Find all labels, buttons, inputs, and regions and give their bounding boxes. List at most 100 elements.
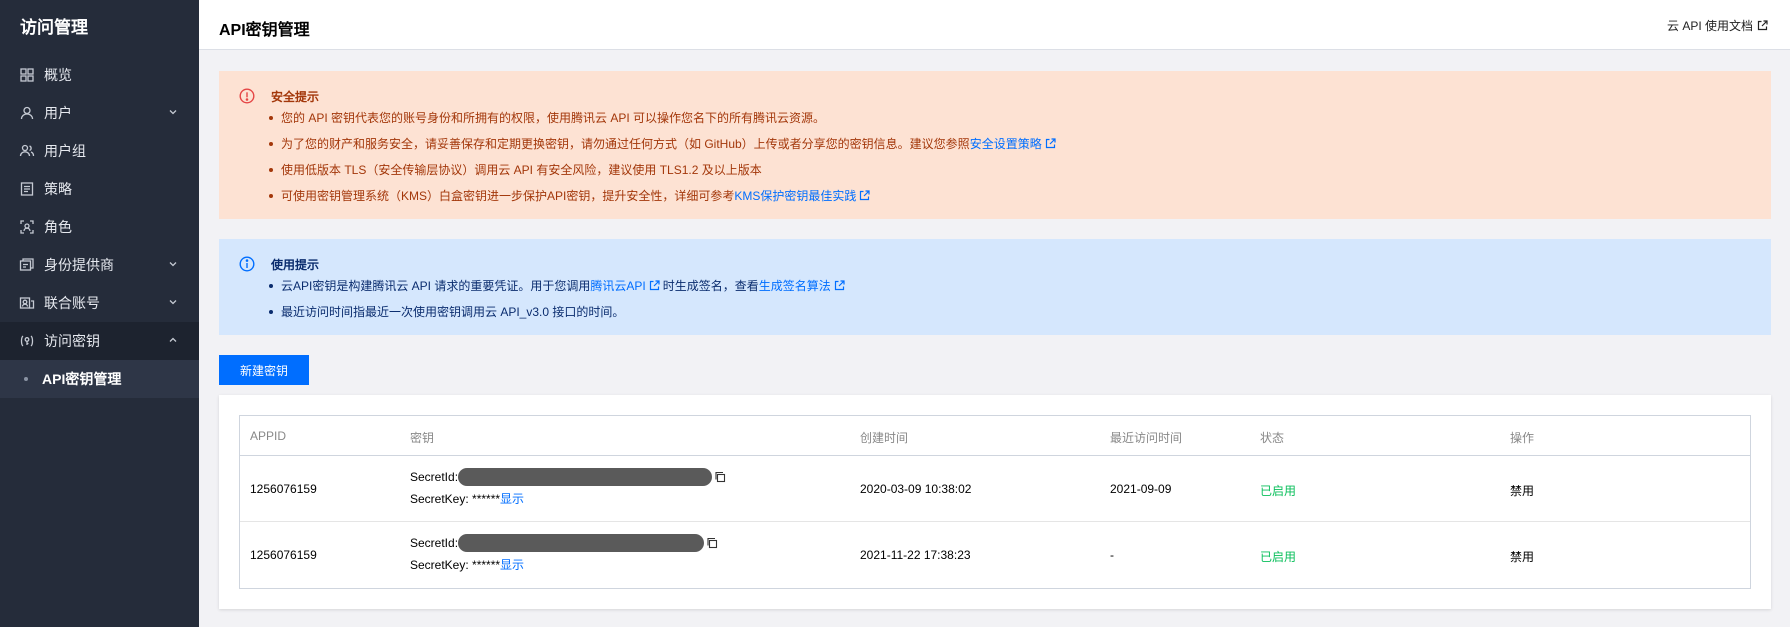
notice-text: 时生成签名，查看 — [662, 279, 759, 293]
secret-id-line: SecretId: — [410, 534, 718, 552]
appid-cell: 1256076159 — [250, 548, 317, 562]
notice-text: 为了您的财产和服务安全，请妥善保存和定期更换密钥，请勿通过任何方式（如 GitH… — [281, 137, 970, 151]
secret-id-label: SecretId: — [410, 470, 459, 484]
sidebar-item-label: 用户 — [44, 105, 72, 121]
disable-key-button[interactable]: 禁用 — [1510, 482, 1534, 499]
secret-id-label: SecretId: — [410, 536, 459, 550]
identity-provider-icon — [19, 257, 35, 273]
security-notice-line: 为了您的财产和服务安全，请妥善保存和定期更换密钥，请勿通过任何方式（如 GitH… — [269, 135, 1056, 152]
sidebar: 访问管理 概览 用户 用户组 策略 角色 身份提供商 联合账号 访问密钥 API… — [0, 0, 199, 627]
keys-table: APPID 密钥 创建时间 最近访问时间 状态 操作 1256076159 Se… — [239, 415, 1751, 589]
secret-key-line: SecretKey: ****** 显示 — [410, 556, 524, 573]
key-icon — [19, 333, 35, 349]
sidebar-item-label: 访问密钥 — [44, 333, 100, 349]
kms-best-practice-link[interactable]: KMS保护密钥最佳实践 — [734, 187, 856, 204]
external-link-icon — [649, 280, 660, 291]
policy-icon — [19, 181, 35, 197]
notice-text: 云API密钥是构建腾讯云 API 请求的重要凭证。用于您调用 — [281, 279, 591, 293]
external-link-icon — [860, 190, 870, 201]
chevron-down-icon — [169, 300, 177, 305]
header-bar: API密钥管理 云 API 使用文档 — [199, 0, 1790, 50]
page-title: API密钥管理 — [219, 22, 310, 39]
sidebar-item-label: 联合账号 — [44, 295, 100, 311]
sidebar-item-overview[interactable]: 概览 — [0, 56, 199, 94]
grid-icon — [19, 67, 35, 83]
secret-id-masked — [458, 534, 705, 552]
status-badge: 已启用 — [1260, 550, 1297, 564]
notice-text: 可使用密钥管理系统（KMS）白盒密钥进一步保护API密钥，提升安全性，详细可参考 — [281, 189, 735, 203]
sidebar-item-users[interactable]: 用户 — [0, 94, 199, 132]
notice-text: 使用低版本 TLS（安全传输层协议）调用云 API 有安全风险，建议使用 TLS… — [281, 163, 762, 177]
sidebar-item-label: 用户组 — [44, 143, 86, 159]
secret-id-masked — [458, 468, 713, 486]
sidebar-item-policies[interactable]: 策略 — [0, 170, 199, 208]
usage-notice: 使用提示 云API密钥是构建腾讯云 API 请求的重要凭证。用于您调用 腾讯云A… — [219, 239, 1771, 335]
copy-icon[interactable] — [714, 471, 726, 483]
create-key-button[interactable]: 新建密钥 — [219, 355, 309, 385]
created-time-cell: 2020-03-09 10:38:02 — [860, 482, 972, 496]
column-header-created: 创建时间 — [860, 431, 909, 445]
signature-algorithm-link[interactable]: 生成签名算法 — [759, 277, 831, 294]
disable-key-button[interactable]: 禁用 — [1510, 548, 1534, 565]
notice-text: 您的 API 密钥代表您的账号身份和所拥有的权限，使用腾讯云 API 可以操作您… — [281, 111, 826, 125]
sidebar-item-label: 策略 — [44, 181, 72, 197]
created-time-cell: 2021-11-22 17:38:23 — [860, 548, 971, 562]
chevron-down-icon — [169, 110, 177, 115]
security-notice-line: 您的 API 密钥代表您的账号身份和所拥有的权限，使用腾讯云 API 可以操作您… — [269, 109, 825, 126]
usage-notice-line: 云API密钥是构建腾讯云 API 请求的重要凭证。用于您调用 腾讯云API 时生… — [269, 277, 845, 294]
external-link-icon — [1757, 20, 1768, 31]
security-notice-title: 安全提示 — [271, 90, 320, 104]
notice-text: 最近访问时间指最近一次使用密钥调用云 API_v3.0 接口的时间。 — [281, 305, 625, 319]
sidebar-item-federated-accounts[interactable]: 联合账号 — [0, 284, 199, 322]
status-badge: 已启用 — [1260, 484, 1297, 498]
appid-cell: 1256076159 — [250, 482, 317, 496]
sidebar-item-access-keys[interactable]: 访问密钥 — [0, 322, 199, 360]
sidebar-subitem-label: API密钥管理 — [42, 371, 122, 387]
security-notice-line: 使用低版本 TLS（安全传输层协议）调用云 API 有安全风险，建议使用 TLS… — [269, 161, 762, 178]
table-row: 1256076159 SecretId: SecretKey: ****** 显… — [240, 522, 1750, 588]
column-header-appid: APPID — [250, 429, 287, 443]
api-doc-link-label: 云 API 使用文档 — [1666, 19, 1753, 33]
sidebar-item-identity-providers[interactable]: 身份提供商 — [0, 246, 199, 284]
secret-key-line: SecretKey: ****** 显示 — [410, 490, 524, 507]
sidebar-item-label: 概览 — [44, 67, 72, 83]
chevron-down-icon — [169, 262, 177, 267]
column-header-secret: 密钥 — [410, 431, 435, 445]
role-icon — [19, 219, 35, 235]
show-secret-key-link[interactable]: 显示 — [500, 556, 524, 573]
usage-notice-line: 最近访问时间指最近一次使用密钥调用云 API_v3.0 接口的时间。 — [269, 303, 624, 320]
tencent-cloud-api-link[interactable]: 腾讯云API — [590, 277, 645, 294]
bullet-dot — [24, 377, 28, 381]
sidebar-item-label: 角色 — [44, 219, 72, 235]
sidebar-subitem-api-key-management[interactable]: API密钥管理 — [0, 360, 199, 398]
table-header: APPID 密钥 创建时间 最近访问时间 状态 操作 — [240, 416, 1750, 456]
table-row: 1256076159 SecretId: SecretKey: ****** 显… — [240, 456, 1750, 522]
last-access-cell: 2021-09-09 — [1110, 482, 1172, 496]
warning-icon — [239, 88, 255, 104]
federated-account-icon — [19, 295, 35, 311]
copy-icon[interactable] — [706, 537, 718, 549]
sidebar-title: 访问管理 — [20, 18, 88, 37]
user-group-icon — [19, 143, 35, 159]
sidebar-item-label: 身份提供商 — [44, 257, 114, 273]
show-secret-key-link[interactable]: 显示 — [500, 490, 524, 507]
sidebar-item-user-groups[interactable]: 用户组 — [0, 132, 199, 170]
sidebar-item-roles[interactable]: 角色 — [0, 208, 199, 246]
external-link-icon — [1045, 138, 1056, 149]
user-icon — [19, 105, 35, 121]
secret-key-label: SecretKey: ****** — [410, 491, 501, 506]
last-access-cell: - — [1110, 548, 1114, 562]
column-header-action: 操作 — [1510, 431, 1535, 445]
usage-notice-title: 使用提示 — [271, 258, 320, 272]
column-header-last-access: 最近访问时间 — [1110, 431, 1183, 445]
api-doc-link[interactable]: 云 API 使用文档 — [1667, 17, 1768, 34]
secret-key-label: SecretKey: ****** — [410, 557, 501, 572]
security-notice-line: 可使用密钥管理系统（KMS）白盒密钥进一步保护API密钥，提升安全性，详细可参考… — [269, 187, 870, 204]
keys-table-card: APPID 密钥 创建时间 最近访问时间 状态 操作 1256076159 Se… — [219, 395, 1771, 609]
external-link-icon — [834, 280, 845, 291]
security-notice: 安全提示 您的 API 密钥代表您的账号身份和所拥有的权限，使用腾讯云 API … — [219, 71, 1771, 219]
column-header-status: 状态 — [1260, 431, 1285, 445]
secret-id-line: SecretId: — [410, 468, 726, 486]
security-policy-link[interactable]: 安全设置策略 — [970, 135, 1042, 152]
info-icon — [239, 256, 255, 272]
